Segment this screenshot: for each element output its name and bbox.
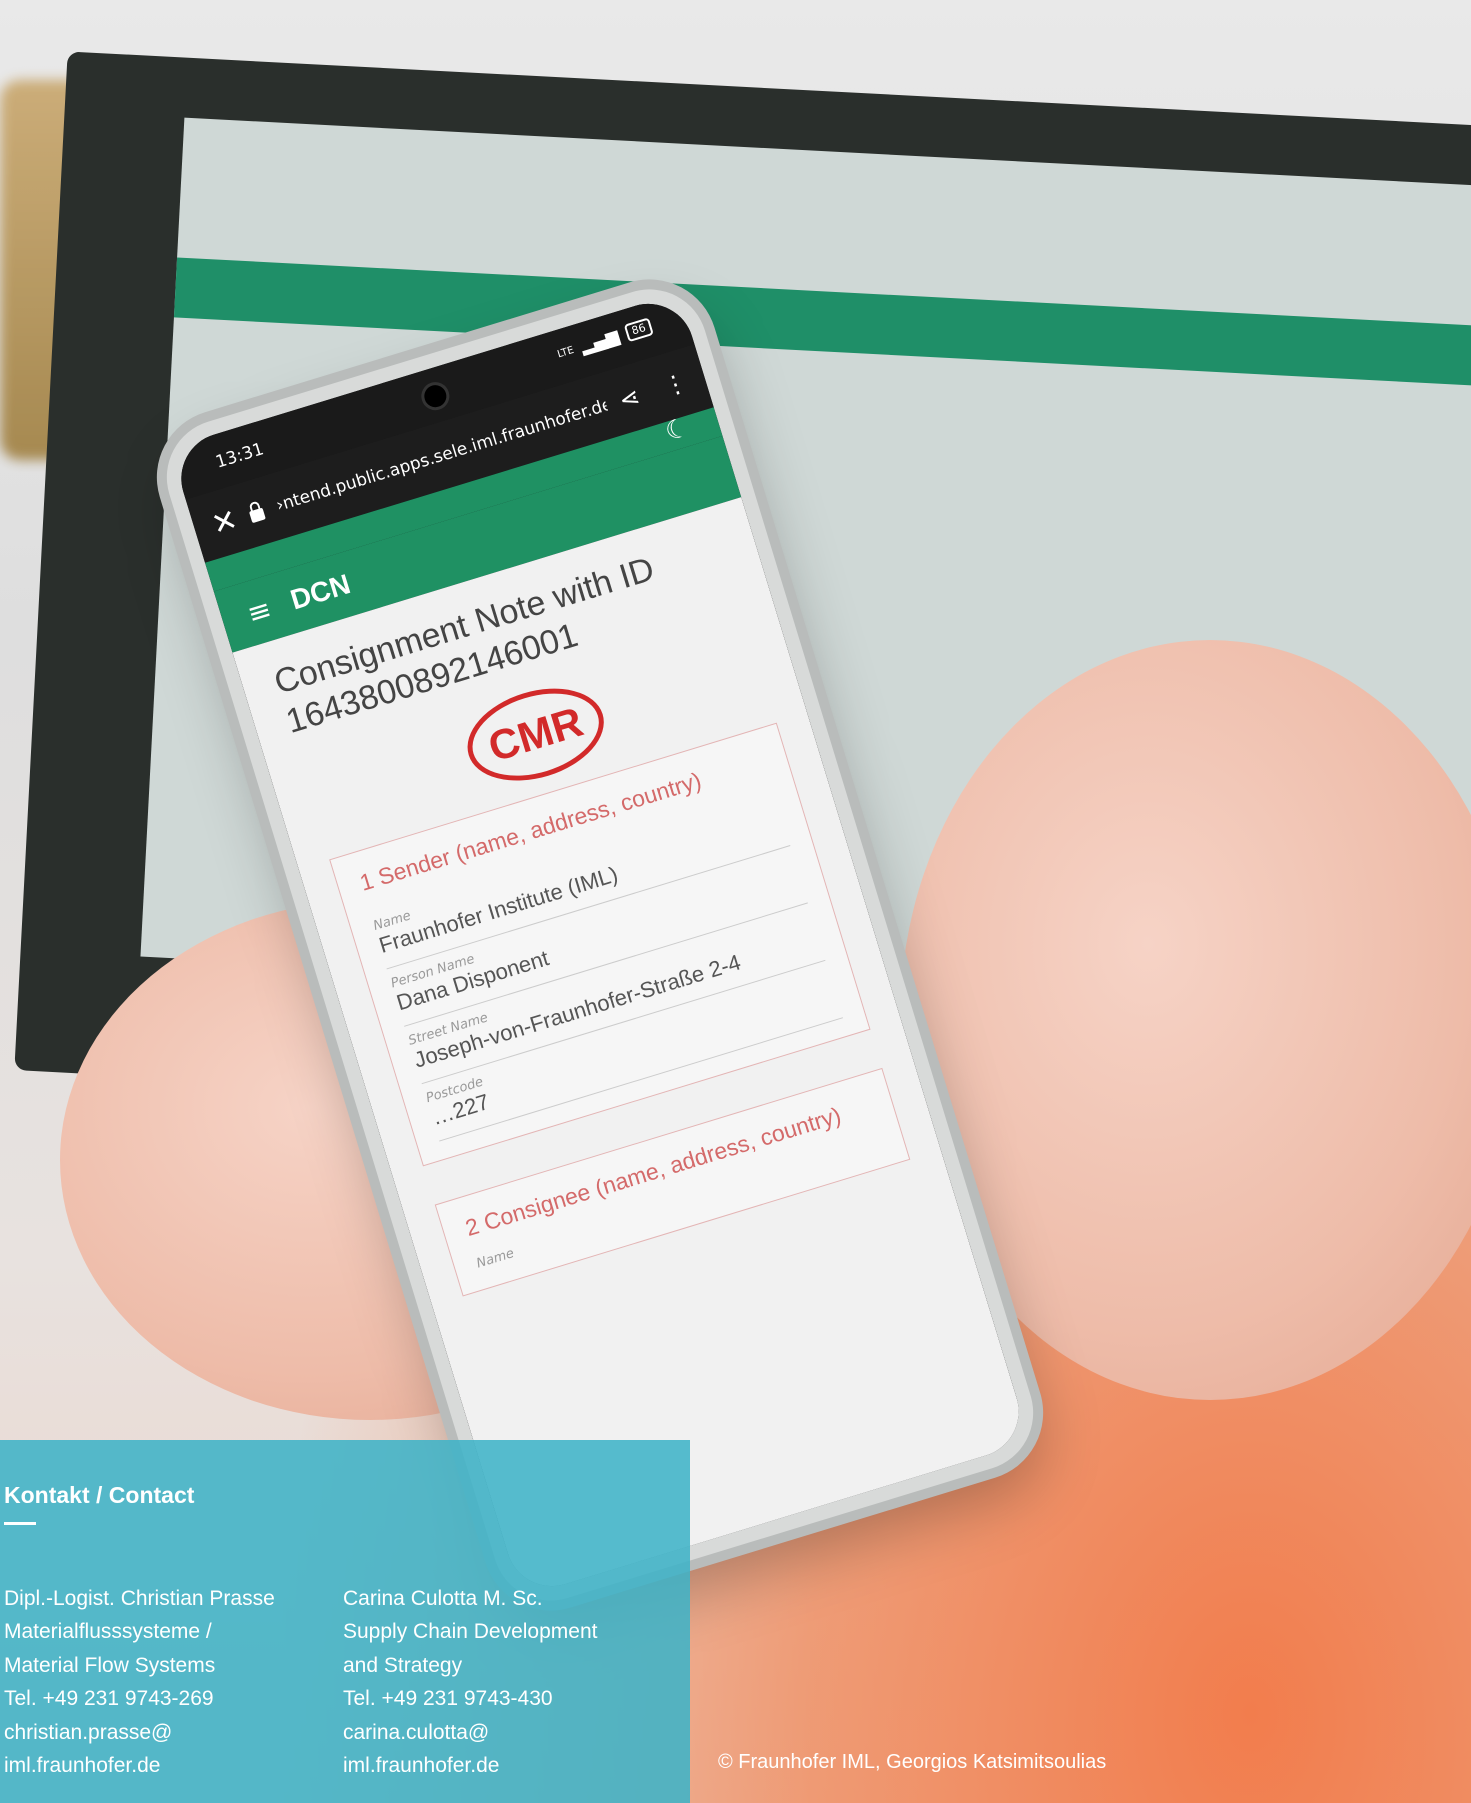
contact-phone: Tel. +49 231 9743-430 [343,1687,553,1711]
close-icon[interactable]: ✕ [207,502,241,543]
signal-label: LTE [556,344,576,360]
contact-email: carina.culotta@ [343,1720,490,1744]
status-icons: LTE ▂▄▆ 86 [555,316,654,364]
battery-icon: 86 [623,317,654,343]
contact-dept: Materialflusssysteme / [4,1620,212,1644]
cmr-logo: CMR [456,672,616,796]
photo-credit: © Fraunhofer IML, Georgios Katsimitsouli… [718,1751,1107,1773]
share-icon[interactable]: ⋖ [616,382,643,415]
moon-icon[interactable]: ☾ [662,412,693,448]
signal-icon: ▂▄▆ [578,326,622,357]
contact-panel: Kontakt / Contact Dipl.-Logist. Christia… [0,1440,690,1803]
contact-dept: Supply Chain Development [343,1620,598,1644]
url-actions: ⋖ ⋮ [616,368,691,415]
app-title: DCN [286,568,354,616]
menu-icon[interactable]: ≡ [243,592,275,630]
contact-name: Carina Culotta M. Sc. [343,1587,543,1610]
front-camera [417,378,453,414]
contact-dept-cont: and Strategy [343,1653,463,1677]
contact-email-domain: iml.fraunhofer.de [4,1754,161,1778]
contact-right: Carina Culotta M. Sc. Supply Chain Devel… [343,1582,597,1782]
contact-title: Kontakt / Contact [4,1482,195,1508]
title-underline [4,1522,36,1525]
contact-dept-en: Material Flow Systems [4,1653,216,1677]
contact-email-domain: iml.fraunhofer.de [343,1754,500,1778]
contact-left: Dipl.-Logist. Christian Prasse Materialf… [4,1582,275,1782]
contact-email: christian.prasse@ [4,1720,173,1744]
lock-icon [249,507,267,524]
more-vert-icon[interactable]: ⋮ [660,368,691,402]
monitor-app-bar [173,257,1471,388]
contact-name: Dipl.-Logist. Christian Prasse [4,1587,275,1610]
contact-phone: Tel. +49 231 9743-269 [4,1687,214,1711]
status-time: 13:31 [213,439,267,473]
